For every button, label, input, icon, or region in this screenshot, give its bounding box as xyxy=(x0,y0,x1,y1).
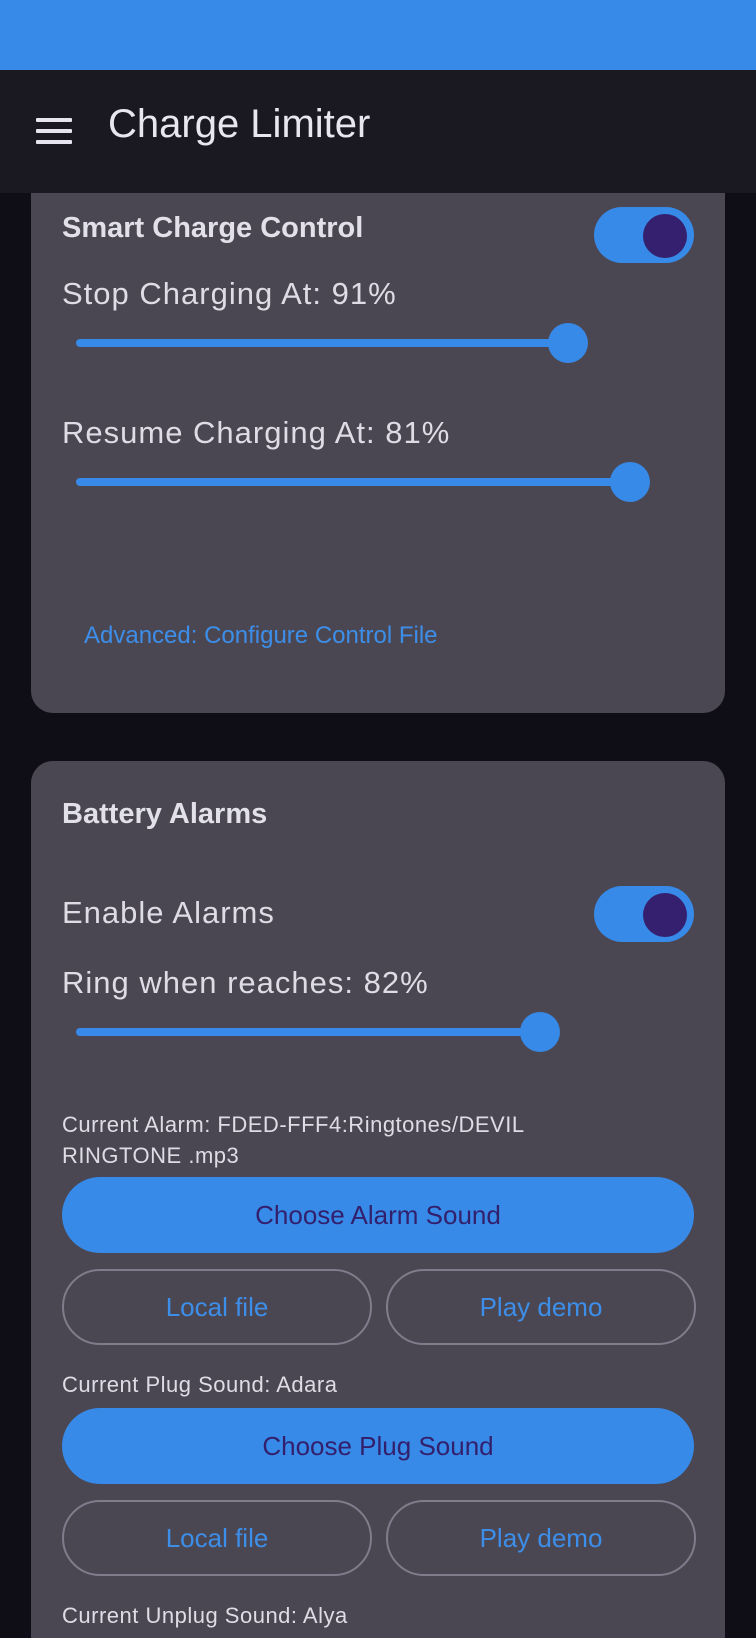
menu-icon[interactable] xyxy=(36,118,72,144)
app-bar: Charge Limiter xyxy=(0,70,756,193)
plug-local-file-button[interactable]: Local file xyxy=(62,1500,372,1576)
battery-alarms-card: Battery Alarms Enable Alarms Ring when r… xyxy=(31,761,725,1638)
plug-play-demo-button[interactable]: Play demo xyxy=(386,1500,696,1576)
toggle-knob xyxy=(643,214,687,258)
battery-alarms-title: Battery Alarms xyxy=(62,798,268,830)
smart-charge-toggle[interactable] xyxy=(594,207,694,263)
resume-charging-label: Resume Charging At: 81% xyxy=(62,415,451,450)
choose-plug-sound-button[interactable]: Choose Plug Sound xyxy=(62,1408,694,1484)
current-plug-text: Current Plug Sound: Adara xyxy=(62,1372,338,1397)
status-bar xyxy=(0,0,756,70)
main-content[interactable]: Smart Charge Control Stop Charging At: 9… xyxy=(0,193,756,1638)
ring-level-slider[interactable] xyxy=(76,1012,676,1052)
enable-alarms-label: Enable Alarms xyxy=(62,895,275,930)
app-title: Charge Limiter xyxy=(108,102,371,146)
smart-charge-card: Smart Charge Control Stop Charging At: 9… xyxy=(31,193,725,713)
slider-thumb[interactable] xyxy=(610,462,650,502)
alarm-local-file-button[interactable]: Local file xyxy=(62,1269,372,1345)
smart-charge-title: Smart Charge Control xyxy=(62,212,364,244)
ring-when-label: Ring when reaches: 82% xyxy=(62,965,429,1000)
slider-thumb[interactable] xyxy=(520,1012,560,1052)
resume-charging-slider[interactable] xyxy=(76,462,676,502)
current-alarm-text: Current Alarm: FDED-FFF4:Ringtones/DEVIL… xyxy=(62,1112,524,1168)
alarm-play-demo-button[interactable]: Play demo xyxy=(386,1269,696,1345)
stop-charging-slider[interactable] xyxy=(76,323,676,363)
slider-track xyxy=(76,339,566,347)
enable-alarms-toggle[interactable] xyxy=(594,886,694,942)
slider-track xyxy=(76,1028,538,1036)
stop-charging-label: Stop Charging At: 91% xyxy=(62,276,397,311)
choose-alarm-sound-button[interactable]: Choose Alarm Sound xyxy=(62,1177,694,1253)
slider-thumb[interactable] xyxy=(548,323,588,363)
toggle-knob xyxy=(643,893,687,937)
advanced-config-link[interactable]: Advanced: Configure Control File xyxy=(84,622,438,650)
current-unplug-text: Current Unplug Sound: Alya xyxy=(62,1603,348,1628)
slider-track xyxy=(76,478,628,486)
